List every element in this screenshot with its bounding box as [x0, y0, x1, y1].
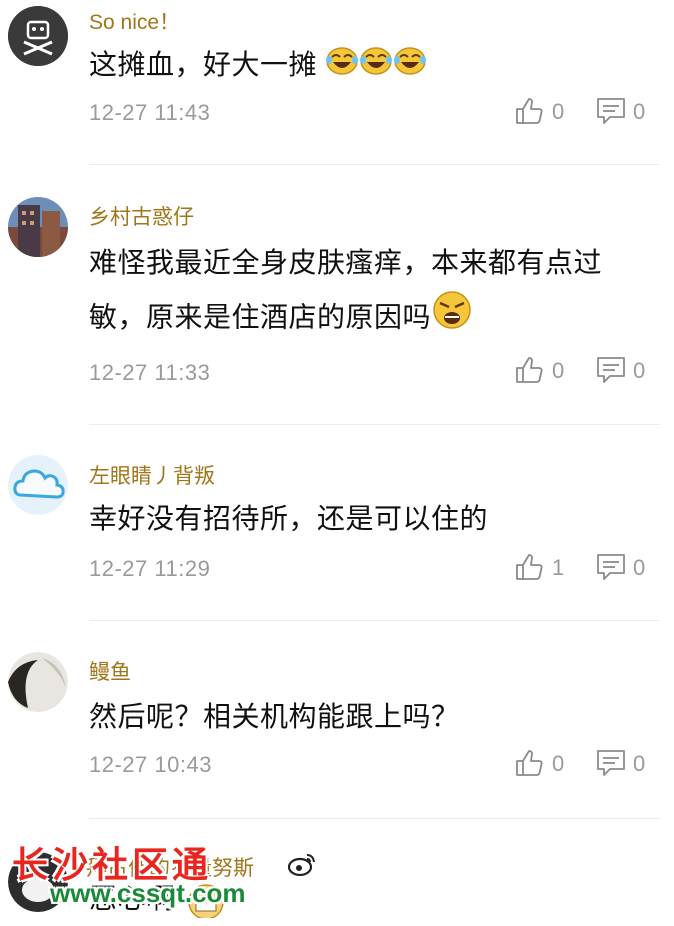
photo-avatar-icon: [8, 652, 68, 712]
comment-text: 这摊血，好大一摊: [89, 38, 427, 94]
like-button[interactable]: 0: [514, 355, 574, 387]
like-button[interactable]: 0: [514, 748, 574, 780]
timestamp: 12-27 11:29: [89, 556, 211, 581]
avatar[interactable]: [8, 455, 68, 515]
angry-emoji: [431, 290, 473, 348]
reply-button[interactable]: 0: [595, 552, 655, 584]
thumbs-up-icon: [516, 357, 543, 383]
avatar[interactable]: [8, 197, 68, 257]
username[interactable]: 左眼睛丿背叛: [89, 460, 215, 490]
reply-count: 0: [633, 99, 646, 124]
comment-bubble-icon: [597, 750, 625, 776]
divider: [89, 424, 660, 425]
reply-count: 0: [633, 358, 646, 383]
building-avatar-icon: [8, 197, 68, 257]
like-count: 0: [552, 358, 565, 383]
username[interactable]: 乡村古惑仔: [89, 201, 194, 231]
comment-text: 幸好没有招待所，还是可以住的: [89, 503, 489, 534]
skull-avatar-icon: [8, 6, 68, 66]
username[interactable]: 鳗鱼: [89, 656, 131, 686]
divider: [89, 164, 660, 165]
timestamp: 12-27 11:43: [89, 100, 211, 125]
reply-count: 0: [633, 555, 646, 580]
reply-button[interactable]: 0: [595, 96, 655, 128]
cloud-avatar-icon: [8, 455, 68, 515]
watermark: 长沙社区通 www.cssqt.com: [12, 836, 342, 918]
comment-text: 然后呢？相关机构能跟上吗？: [89, 701, 460, 732]
like-count: 0: [552, 751, 565, 776]
like-count: 0: [552, 99, 565, 124]
avatar[interactable]: [8, 6, 68, 66]
comment-bubble-icon: [597, 554, 625, 580]
divider: [89, 818, 660, 819]
laughing-tears-emoji: [325, 40, 359, 94]
timestamp: 12-27 10:43: [89, 752, 212, 777]
thumbs-up-icon: [516, 750, 543, 776]
divider: [89, 620, 660, 621]
laughing-tears-emoji: [393, 40, 427, 94]
username[interactable]: So nice！: [89, 6, 180, 36]
watermark-url: www.cssqt.com: [50, 878, 246, 908]
like-button[interactable]: 0: [514, 96, 574, 128]
laughing-tears-emoji: [359, 40, 393, 94]
thumbs-up-icon: [516, 98, 543, 124]
comment-bubble-icon: [597, 357, 625, 383]
like-button[interactable]: 1: [514, 552, 574, 584]
like-count: 1: [552, 555, 565, 580]
timestamp: 12-27 11:33: [89, 360, 211, 385]
reply-count: 0: [633, 751, 646, 776]
reply-button[interactable]: 0: [595, 355, 655, 387]
comment-bubble-icon: [597, 98, 625, 124]
thumbs-up-icon: [516, 554, 543, 580]
comment-text: 难怪我最近全身皮肤瘙痒，本来都有点过 敏，原来是住酒店的原因吗: [89, 236, 602, 348]
avatar[interactable]: [8, 652, 68, 712]
reply-button[interactable]: 0: [595, 748, 655, 780]
